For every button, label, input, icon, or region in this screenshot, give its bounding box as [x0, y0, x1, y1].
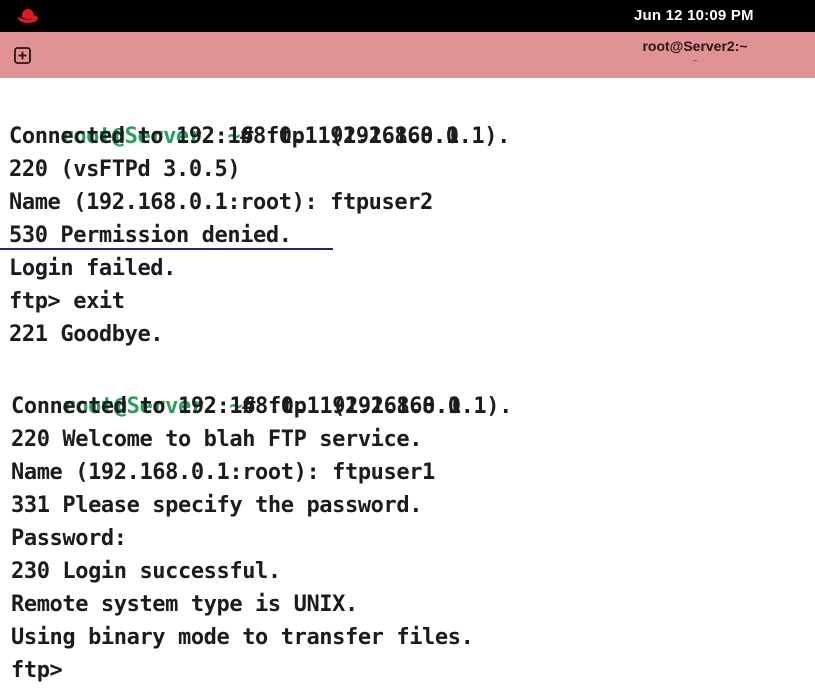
ftp-prompt-line[interactable]: ftp> — [11, 654, 63, 687]
output-line: Using binary mode to transfer files. — [11, 625, 474, 650]
output-line: 220 (vsFTPd 3.0.5) — [9, 157, 241, 182]
window-subtitle: ~ — [692, 56, 698, 67]
output-line: 220 Welcome to blah FTP service. — [11, 427, 423, 452]
prompt-line: root@Server2:~# ftp 192.168.0.1 — [9, 87, 459, 149]
output-line: Remote system type is UNIX. — [11, 592, 358, 617]
new-tab-icon[interactable] — [14, 47, 31, 64]
output-line: 230 Login successful. — [11, 559, 281, 584]
clock-label[interactable]: Jun 12 10:09 PM — [634, 7, 754, 24]
system-top-bar: Jun 12 10:09 PM — [0, 0, 815, 32]
output-line: Connected to 192.168.0.1 (192.168.0.1). — [11, 394, 512, 419]
highlight-underline — [0, 248, 333, 250]
output-line: Name (192.168.0.1:root): ftpuser1 — [11, 460, 435, 485]
output-line: Login failed. — [9, 256, 176, 281]
window-title: root@Server2:~ — [642, 38, 748, 54]
prompt-line: root@Server2:~# ftp 192.168.0.1 — [11, 357, 461, 419]
output-line: Connected to 192.168.0.1 (192.168.0.1). — [9, 124, 510, 149]
redhat-logo-icon[interactable] — [16, 7, 40, 25]
output-line: 221 Goodbye. — [9, 322, 164, 347]
output-line: Password: — [11, 526, 127, 551]
output-line: ftp> exit — [9, 289, 125, 314]
output-line: 331 Please specify the password. — [11, 493, 423, 518]
terminal-header-bar: root@Server2:~ ~ — [0, 32, 815, 78]
output-line: Name (192.168.0.1:root): ftpuser2 — [9, 190, 433, 215]
terminal-output[interactable]: root@Server2:~# ftp 192.168.0.1 Connecte… — [0, 78, 815, 697]
